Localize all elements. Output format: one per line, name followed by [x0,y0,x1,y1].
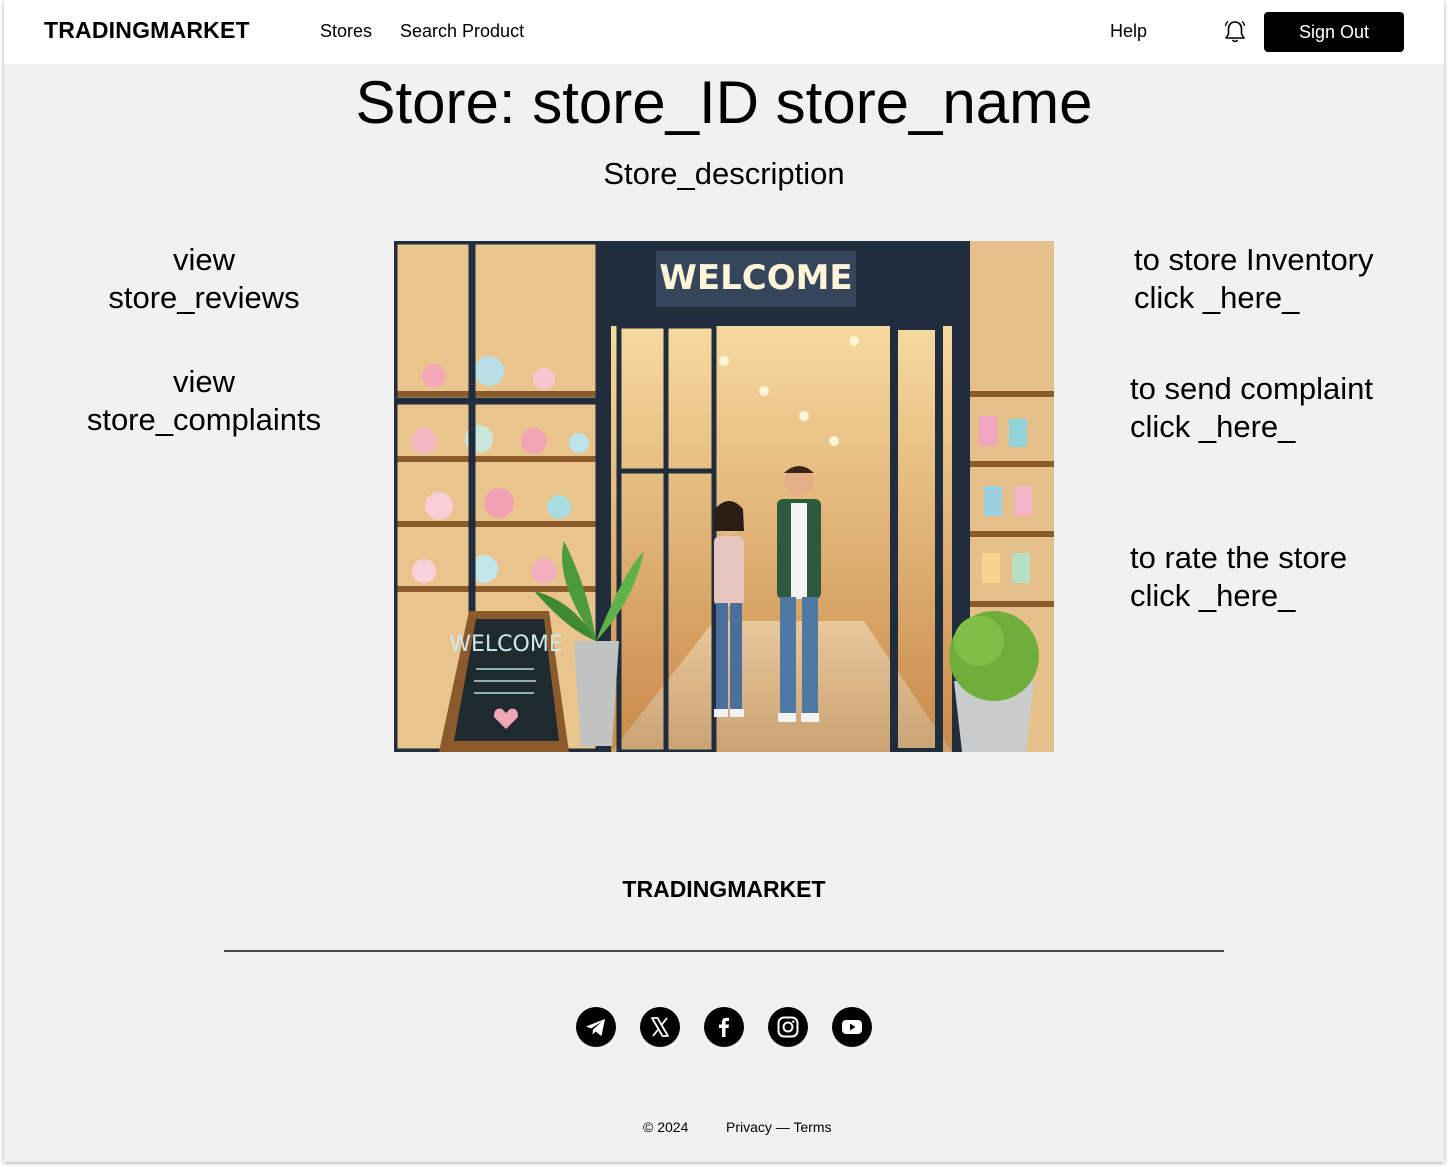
store-description: Store_description [603,156,845,191]
complaint-link-line1: to send complaint [1130,371,1373,406]
telegram-icon[interactable] [576,1007,616,1047]
inventory-link-line2: click _here_ [1134,280,1300,315]
top-nav-bar: TRADINGMARKET Stores Search Product Help… [4,0,1444,64]
rate-link-line1: to rate the store [1130,540,1348,575]
complaints-link-line1: view [172,364,235,399]
store-inventory-link[interactable]: to store Inventory click _here_ [1134,241,1374,317]
view-store-reviews-link[interactable]: view store_reviews [44,241,364,317]
nav-help-link[interactable]: Help [1110,21,1147,42]
complaints-link-line2: store_complaints [86,402,322,437]
brand-logo[interactable]: TRADINGMARKET [44,17,250,44]
privacy-terms-link[interactable]: Privacy — Terms [726,1119,832,1135]
youtube-icon[interactable] [832,1007,872,1047]
inventory-link-line1: to store Inventory [1134,242,1374,277]
chalkboard-text: WELCOME [449,632,562,657]
welcome-sign-text: WELCOME [659,258,852,298]
x-icon[interactable] [640,1007,680,1047]
nav-search-product-link[interactable]: Search Product [400,21,524,42]
instagram-icon[interactable] [768,1007,808,1047]
footer-logo: TRADINGMARKET [622,876,826,902]
reviews-link-line1: view [172,242,235,277]
page: TRADINGMARKET Stores Search Product Help… [4,0,1444,1162]
store-title: Store: store_ID store_name [355,69,1093,136]
view-store-complaints-link[interactable]: view store_complaints [44,363,364,439]
store-front-image: WELCOME WELCOME [394,241,1054,752]
copyright-text: © 2024 [643,1119,689,1135]
sign-out-button[interactable]: Sign Out [1264,12,1404,52]
rate-link-line2: click _here_ [1130,578,1296,613]
bell-icon[interactable] [1222,19,1248,45]
reviews-link-line2: store_reviews [108,280,300,315]
footer-divider [224,950,1224,952]
send-complaint-link[interactable]: to send complaint click _here_ [1130,370,1373,446]
nav-stores-link[interactable]: Stores [320,21,372,42]
facebook-icon[interactable] [704,1007,744,1047]
complaint-link-line2: click _here_ [1130,409,1296,444]
rate-store-link[interactable]: to rate the store click _here_ [1130,539,1347,615]
